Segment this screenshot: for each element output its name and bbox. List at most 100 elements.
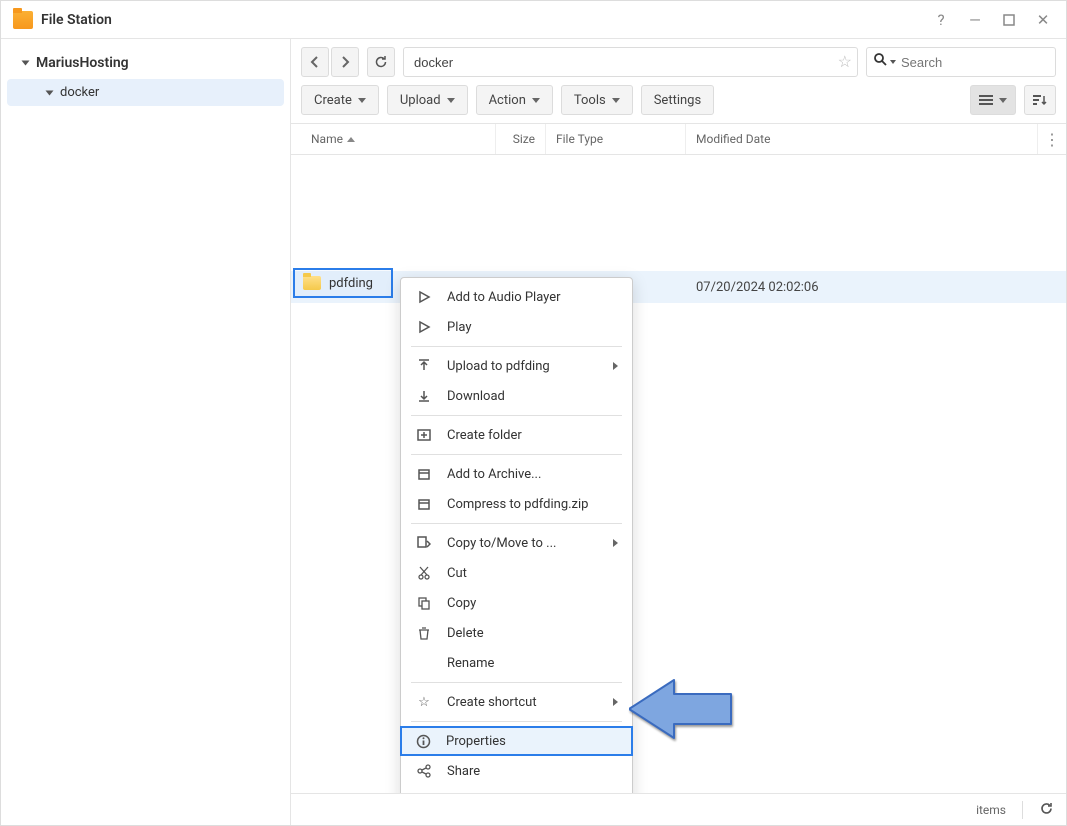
ctx-upload-to[interactable]: Upload to pdfding	[401, 351, 632, 381]
cut-icon	[415, 566, 433, 580]
search-box[interactable]	[866, 47, 1056, 77]
archive-icon	[415, 497, 433, 511]
chevron-down-icon	[890, 60, 896, 64]
download-icon	[415, 389, 433, 403]
path-input[interactable]	[403, 47, 858, 77]
chevron-down-icon	[358, 98, 366, 103]
ctx-add-archive[interactable]: Add to Archive...	[401, 459, 632, 489]
ctx-download[interactable]: Download	[401, 381, 632, 411]
tree-child-label: docker	[60, 85, 99, 100]
chevron-right-icon	[613, 362, 618, 370]
caret-icon	[46, 90, 54, 95]
action-label: Action	[489, 93, 526, 108]
minimize-button[interactable]: —	[964, 9, 986, 31]
tools-button[interactable]: Tools	[561, 85, 633, 115]
ctx-rename[interactable]: Rename	[401, 648, 632, 678]
separator	[411, 346, 622, 347]
maximize-button[interactable]	[998, 9, 1020, 31]
move-icon	[415, 536, 433, 550]
refresh-button[interactable]	[367, 47, 395, 77]
add-folder-icon	[415, 428, 433, 442]
action-button[interactable]: Action	[476, 85, 553, 115]
ctx-share[interactable]: Share	[401, 756, 632, 786]
separator	[411, 682, 622, 683]
copy-icon	[415, 596, 433, 610]
nav-toolbar: ☆	[291, 39, 1066, 85]
file-station-window: File Station ? — ✕ MariusHosting docker	[0, 0, 1067, 826]
context-menu: Add to Audio Player Play Upload to pdfdi…	[400, 277, 633, 793]
tools-label: Tools	[574, 93, 606, 108]
separator	[411, 721, 622, 722]
separator	[411, 415, 622, 416]
ctx-add-audio[interactable]: Add to Audio Player	[401, 282, 632, 312]
ctx-file-request[interactable]: Create file request	[401, 786, 632, 793]
folder-icon	[303, 276, 321, 290]
chevron-down-icon	[999, 98, 1007, 103]
caret-icon	[22, 61, 30, 66]
chevron-right-icon	[613, 698, 618, 706]
help-button[interactable]: ?	[930, 9, 952, 31]
settings-label: Settings	[654, 93, 701, 108]
app-icon	[13, 11, 33, 29]
chevron-down-icon	[447, 98, 455, 103]
tree-root-label: MariusHosting	[36, 55, 129, 71]
column-options-button[interactable]: ⋮	[1038, 130, 1066, 149]
delete-icon	[415, 626, 433, 640]
ctx-create-folder[interactable]: Create folder	[401, 420, 632, 450]
chevron-down-icon	[532, 98, 540, 103]
cell-date: 07/20/2024 02:02:06	[686, 280, 1066, 295]
sort-asc-icon	[347, 137, 355, 142]
status-bar: items	[291, 793, 1066, 825]
sidebar: MariusHosting docker	[1, 39, 291, 825]
close-button[interactable]: ✕	[1032, 9, 1054, 31]
upload-label: Upload	[400, 93, 441, 108]
footer-refresh-button[interactable]	[1039, 801, 1054, 819]
header-date[interactable]: Modified Date	[686, 124, 1038, 154]
main-pane: ☆ Create Upload Action Tools Settings	[291, 39, 1066, 825]
tree-root[interactable]: MariusHosting	[1, 49, 290, 77]
cell-name: pdfding	[329, 276, 373, 291]
ctx-properties[interactable]: Properties	[400, 726, 633, 756]
separator	[411, 454, 622, 455]
column-headers: Name Size File Type Modified Date ⋮	[291, 123, 1066, 155]
ctx-delete[interactable]: Delete	[401, 618, 632, 648]
ctx-copy[interactable]: Copy	[401, 588, 632, 618]
chevron-right-icon	[613, 539, 618, 547]
selected-item[interactable]: pdfding	[293, 268, 393, 298]
app-title: File Station	[41, 12, 112, 28]
sort-button[interactable]	[1024, 85, 1056, 115]
back-button[interactable]	[301, 47, 329, 77]
view-list-button[interactable]	[970, 85, 1016, 115]
header-size[interactable]: Size	[496, 124, 546, 154]
upload-button[interactable]: Upload	[387, 85, 468, 115]
ctx-copymove[interactable]: Copy to/Move to ...	[401, 528, 632, 558]
settings-button[interactable]: Settings	[641, 85, 714, 115]
separator	[411, 523, 622, 524]
search-icon	[874, 53, 887, 70]
tree-child-docker[interactable]: docker	[7, 79, 284, 106]
file-list[interactable]: 07/20/2024 02:02:06 pdfding Add to Audio…	[291, 155, 1066, 793]
items-label: items	[976, 803, 1006, 817]
favorite-icon[interactable]: ☆	[838, 52, 852, 71]
share-icon	[415, 764, 433, 778]
action-toolbar: Create Upload Action Tools Settings	[291, 85, 1066, 123]
ctx-compress[interactable]: Compress to pdfding.zip	[401, 489, 632, 519]
titlebar: File Station ? — ✕	[1, 1, 1066, 39]
upload-icon	[415, 359, 433, 373]
archive-icon	[415, 467, 433, 481]
play-icon	[415, 290, 433, 304]
create-button[interactable]: Create	[301, 85, 379, 115]
header-name[interactable]: Name	[301, 124, 496, 154]
info-icon	[414, 734, 432, 749]
star-icon: ☆	[415, 695, 433, 710]
create-label: Create	[314, 93, 352, 108]
forward-button[interactable]	[331, 47, 359, 77]
annotation-arrow	[629, 672, 739, 751]
header-type[interactable]: File Type	[546, 124, 686, 154]
chevron-down-icon	[612, 98, 620, 103]
ctx-cut[interactable]: Cut	[401, 558, 632, 588]
ctx-play[interactable]: Play	[401, 312, 632, 342]
address-bar[interactable]: ☆	[403, 47, 858, 77]
ctx-shortcut[interactable]: ☆Create shortcut	[401, 687, 632, 717]
play-icon	[415, 320, 433, 334]
